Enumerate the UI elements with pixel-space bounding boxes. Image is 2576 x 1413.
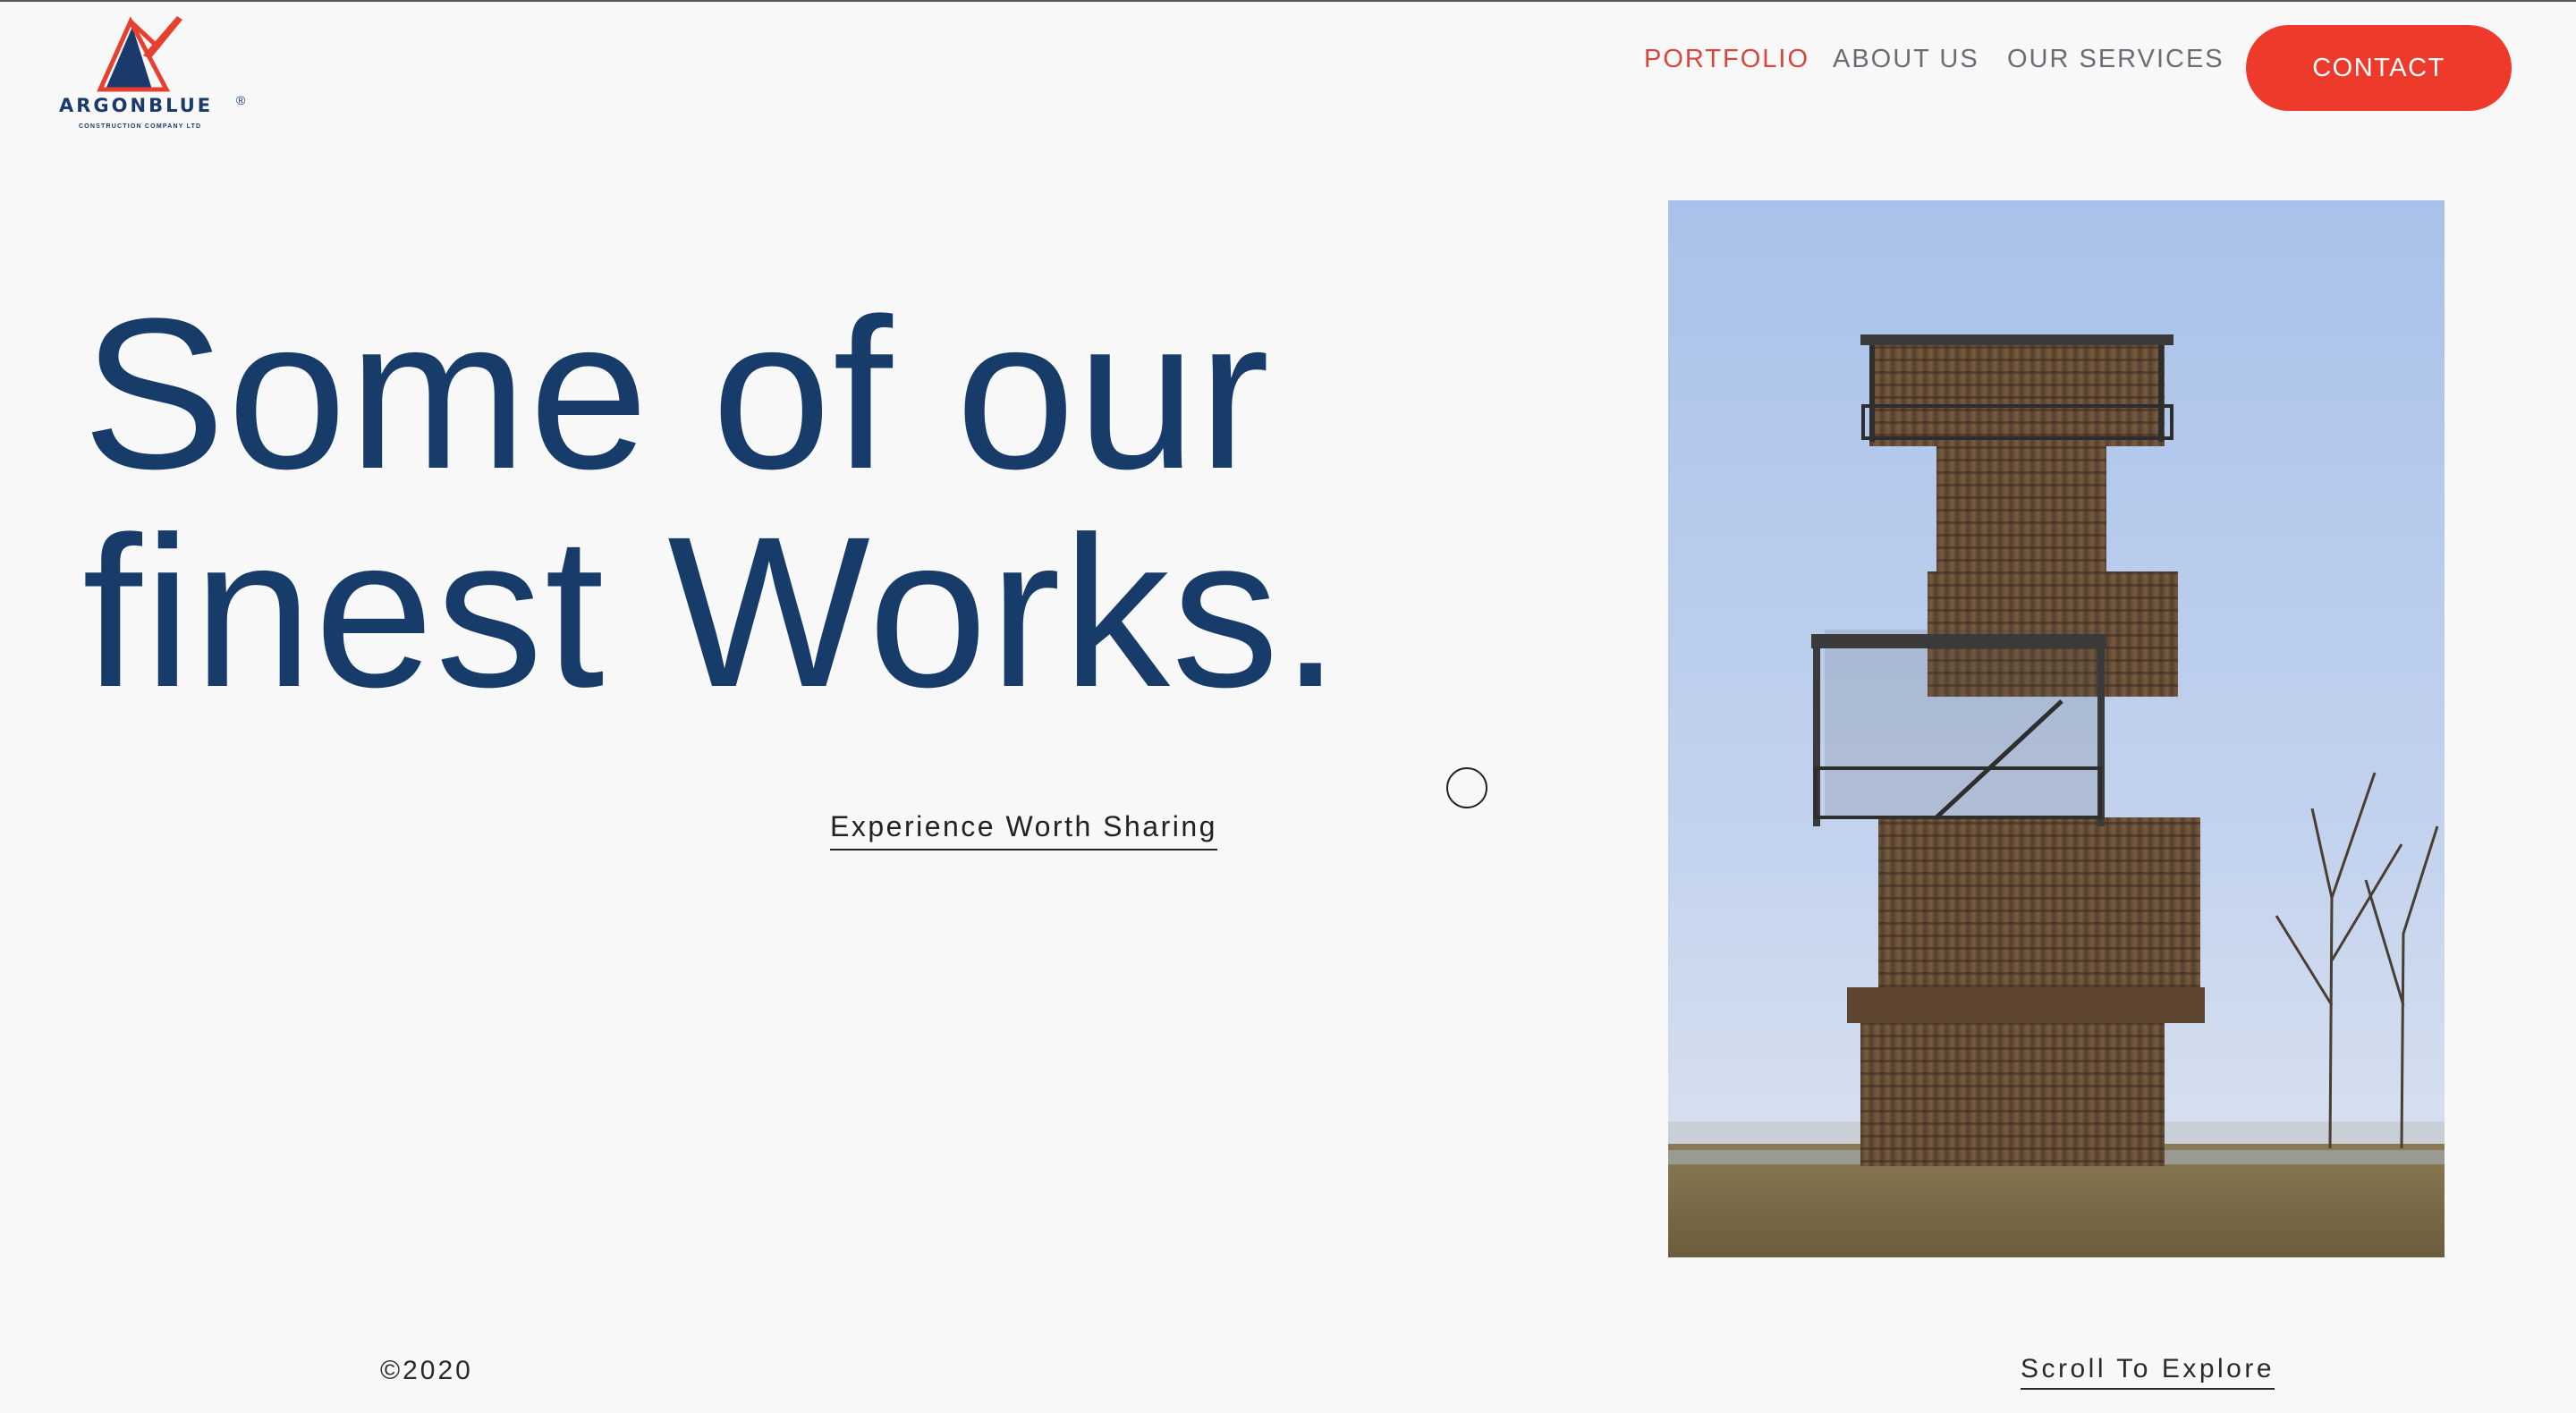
experience-link[interactable]: Experience Worth Sharing [830, 810, 1217, 850]
contact-button[interactable]: CONTACT [2246, 25, 2512, 111]
nav-item-portfolio[interactable]: PORTFOLIO [1644, 45, 1809, 74]
nav-item-about-us[interactable]: ABOUT US [1833, 45, 1979, 74]
brand-logo[interactable]: ARGONBLUE ® CONSTRUCTION COMPANY LTD [59, 13, 256, 138]
portfolio-tower-image[interactable] [1668, 200, 2445, 1257]
nav-item-our-services[interactable]: OUR SERVICES [2007, 45, 2224, 74]
page: ARGONBLUE ® CONSTRUCTION COMPANY LTD POR… [0, 0, 2576, 1413]
scroll-to-explore-link[interactable]: Scroll To Explore [2021, 1354, 2275, 1390]
registered-mark: ® [236, 93, 246, 107]
copyright-text: ©2020 [380, 1356, 473, 1385]
hero-title-line-1: Some of our [82, 274, 1272, 513]
top-divider [0, 0, 2576, 2]
brand-tagline: CONSTRUCTION COMPANY LTD [79, 123, 202, 130]
hero-title-line-2: finest Works. [82, 492, 1343, 732]
hero-title: Some of our finest Works. [82, 284, 1343, 721]
cursor-circle-icon [1446, 767, 1487, 808]
brand-name: ARGONBLUE [59, 95, 214, 116]
tower-illustration [1668, 200, 2445, 1257]
mountain-triangle-logo-icon [97, 16, 182, 92]
